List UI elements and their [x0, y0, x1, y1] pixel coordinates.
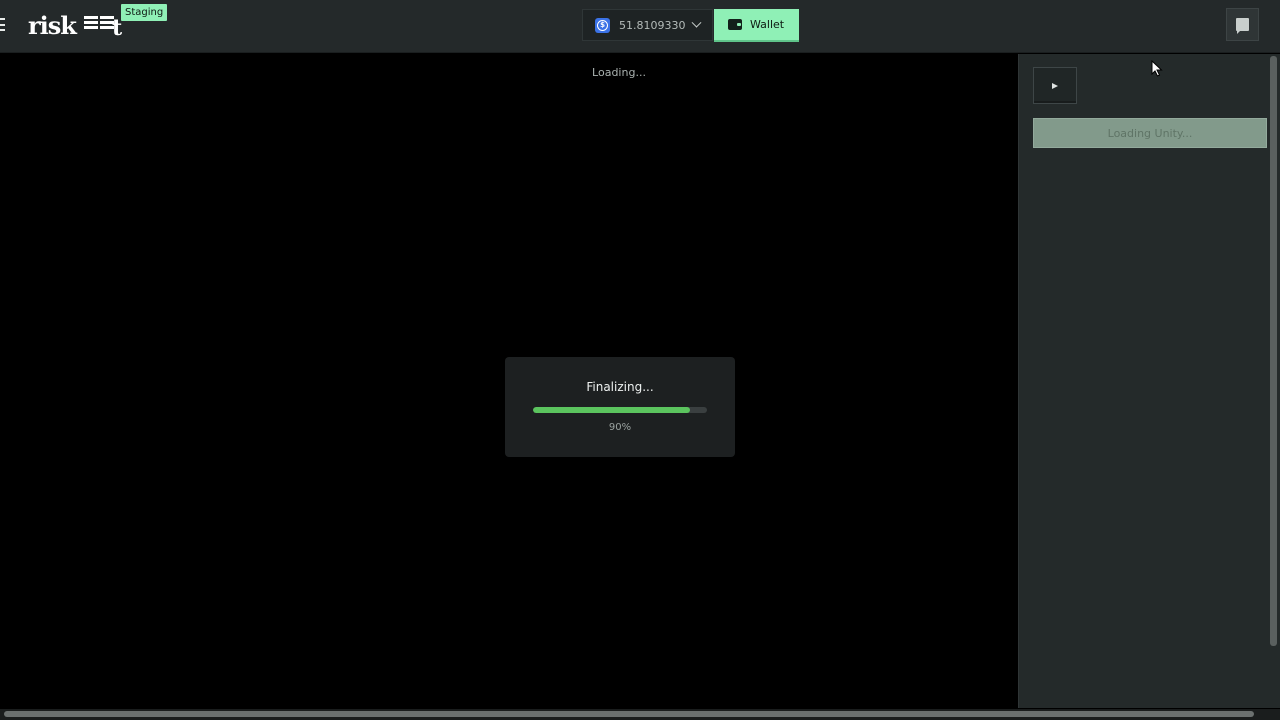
logo-mark: risk t [28, 11, 124, 41]
progress-percent: 90% [608, 422, 632, 433]
chat-button[interactable] [1226, 8, 1259, 41]
progress-fill [533, 407, 690, 413]
vertical-scrollbar[interactable] [1270, 56, 1277, 646]
wallet-icon [728, 19, 742, 30]
balance-selector[interactable]: $ 51.8109330 [582, 9, 713, 41]
unity-loading-bar: Loading Unity... [1033, 118, 1267, 148]
wallet-label: Wallet [750, 18, 785, 31]
progress-track [533, 407, 707, 413]
scrollbar-thumb[interactable] [4, 711, 1254, 717]
chat-icon [1236, 18, 1249, 34]
usdc-icon: $ [595, 17, 610, 33]
side-panel: Loading Unity... [1018, 54, 1280, 708]
horizontal-scrollbar[interactable] [0, 709, 1280, 720]
chevron-down-icon [692, 17, 702, 28]
menu-icon[interactable] [0, 18, 5, 31]
play-button[interactable] [1033, 67, 1077, 104]
loader-card: Finalizing... 90% [505, 357, 735, 457]
balance-amount: 51.8109330 [619, 18, 686, 32]
environment-badge: Staging [121, 4, 168, 21]
loader-title: Finalizing... [586, 380, 654, 394]
wallet-button[interactable]: Wallet [714, 9, 799, 42]
play-icon [1052, 82, 1058, 89]
svg-text:risk: risk [28, 11, 78, 40]
game-canvas[interactable]: Loading... Finalizing... 90% [0, 54, 1018, 708]
top-bar: risk t Staging $ 51.8109330 Wallet [0, 0, 1280, 53]
logo[interactable]: risk t [28, 10, 126, 41]
